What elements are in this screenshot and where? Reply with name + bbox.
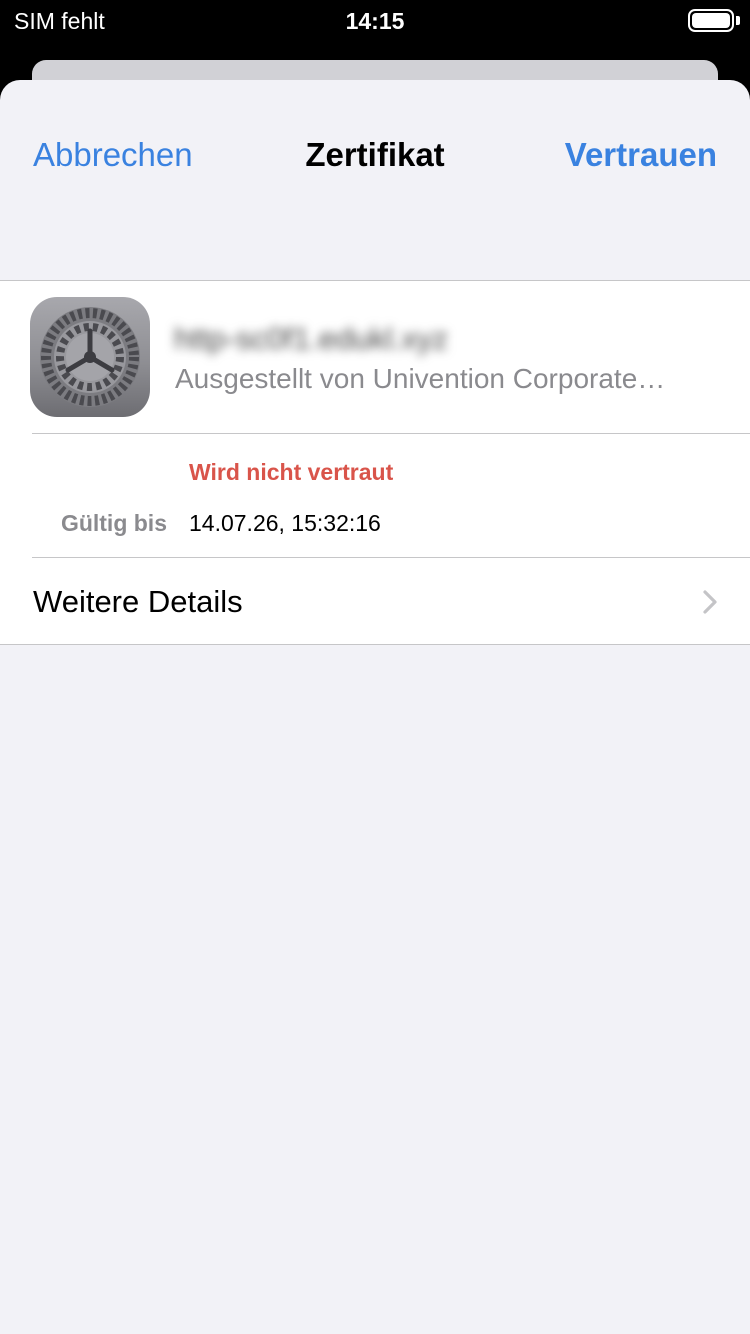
- valid-until-value: 14.07.26, 15:32:16: [189, 510, 381, 536]
- clock: 14:15: [345, 8, 405, 34]
- navigation-bar: Abbrechen Zertifikat Vertrauen: [0, 80, 750, 230]
- status-bar: SIM fehlt 14:15: [0, 0, 750, 40]
- chevron-right-icon: [702, 589, 718, 620]
- certificate-row: http-sc0f1.edukl.xyz Ausgestellt von Uni…: [0, 281, 750, 433]
- certificate-sheet: Abbrechen Zertifikat Vertrauen http-sc0f…: [0, 80, 750, 1334]
- trust-status: Wird nicht vertraut: [189, 459, 394, 485]
- battery-cap: [736, 16, 740, 25]
- more-details-row[interactable]: Weitere Details: [0, 557, 750, 645]
- certificate-name: http-sc0f1.edukl.xyz: [174, 321, 448, 356]
- valid-until-label: Gültig bis: [60, 510, 167, 536]
- certificate-group: http-sc0f1.edukl.xyz Ausgestellt von Uni…: [0, 280, 750, 645]
- more-details-label: Weitere Details: [33, 584, 243, 619]
- settings-gear-icon: [30, 297, 150, 417]
- battery-icon: [688, 9, 734, 32]
- trust-button[interactable]: Vertrauen: [565, 136, 717, 174]
- divider: [32, 433, 750, 434]
- certificate-issuer: Ausgestellt von Univention Corporate…: [175, 363, 666, 394]
